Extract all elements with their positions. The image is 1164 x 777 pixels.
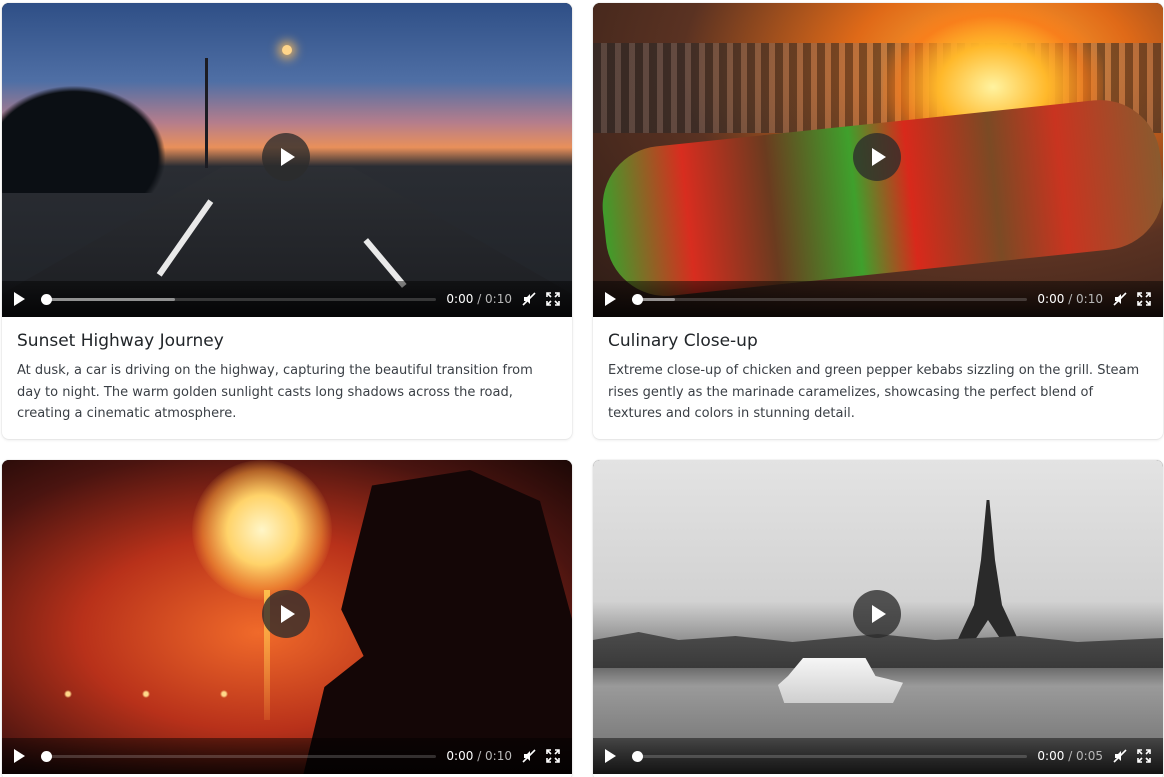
- muted-speaker-icon[interactable]: [1113, 292, 1127, 306]
- video-card: 0:00 / 0:05: [593, 460, 1163, 777]
- video-controls: 0:00 / 0:10: [2, 281, 572, 317]
- play-icon: [872, 148, 886, 166]
- video-controls: 0:00 / 0:10: [593, 281, 1163, 317]
- fullscreen-icon[interactable]: [546, 749, 560, 763]
- buffer-bar: [41, 297, 176, 301]
- duration: / 0:10: [1068, 292, 1103, 306]
- video-title: Culinary Close-up: [608, 331, 758, 351]
- video-description: Extreme close-up of chicken and green pe…: [608, 363, 1140, 421]
- video-player[interactable]: 0:00 / 0:10: [593, 3, 1163, 317]
- play-icon[interactable]: [14, 292, 25, 306]
- video-player[interactable]: 0:00 / 0:05: [593, 460, 1163, 774]
- fullscreen-icon[interactable]: [1137, 749, 1151, 763]
- video-card: 0:00 / 0:10: [2, 460, 572, 777]
- duration: / 0:10: [477, 749, 512, 763]
- current-time: 0:00: [446, 292, 474, 306]
- video-controls: 0:00 / 0:10: [2, 738, 572, 774]
- big-play-button[interactable]: [262, 590, 310, 638]
- muted-speaker-icon[interactable]: [522, 292, 536, 306]
- duration: / 0:10: [477, 292, 512, 306]
- video-title: Sunset Highway Journey: [17, 331, 224, 351]
- big-play-button[interactable]: [262, 133, 310, 181]
- time-display: 0:00 / 0:05: [1037, 749, 1103, 763]
- play-icon[interactable]: [605, 292, 616, 306]
- progress-handle[interactable]: [41, 293, 52, 305]
- video-player[interactable]: 0:00 / 0:10: [2, 460, 572, 774]
- play-icon: [872, 605, 886, 623]
- fullscreen-icon[interactable]: [546, 292, 560, 306]
- current-time: 0:00: [1037, 292, 1065, 306]
- play-icon[interactable]: [605, 749, 616, 763]
- progress-bar[interactable]: [41, 293, 437, 305]
- time-display: 0:00 / 0:10: [446, 749, 512, 763]
- muted-speaker-icon[interactable]: [1113, 749, 1127, 763]
- progress-bar[interactable]: [632, 750, 1028, 762]
- time-display: 0:00 / 0:10: [1037, 292, 1103, 306]
- video-card: 0:00 / 0:10 Culinary Close-up Extreme cl…: [593, 3, 1163, 439]
- time-display: 0:00 / 0:10: [446, 292, 512, 306]
- progress-handle[interactable]: [41, 750, 52, 762]
- muted-speaker-icon[interactable]: [522, 749, 536, 763]
- current-time: 0:00: [1037, 749, 1065, 763]
- progress-bar[interactable]: [41, 750, 437, 762]
- progress-bar[interactable]: [632, 293, 1028, 305]
- play-icon: [281, 148, 295, 166]
- fullscreen-icon[interactable]: [1137, 292, 1151, 306]
- progress-handle[interactable]: [632, 750, 643, 762]
- big-play-button[interactable]: [853, 590, 901, 638]
- play-icon[interactable]: [14, 749, 25, 763]
- video-player[interactable]: 0:00 / 0:10: [2, 3, 572, 317]
- video-card: 0:00 / 0:10 Sunset Highway Journey At du…: [2, 3, 572, 439]
- current-time: 0:00: [446, 749, 474, 763]
- video-description: At dusk, a car is driving on the highway…: [17, 363, 533, 421]
- big-play-button[interactable]: [853, 133, 901, 181]
- progress-handle[interactable]: [632, 293, 643, 305]
- duration: / 0:05: [1068, 749, 1103, 763]
- play-icon: [281, 605, 295, 623]
- video-controls: 0:00 / 0:05: [593, 738, 1163, 774]
